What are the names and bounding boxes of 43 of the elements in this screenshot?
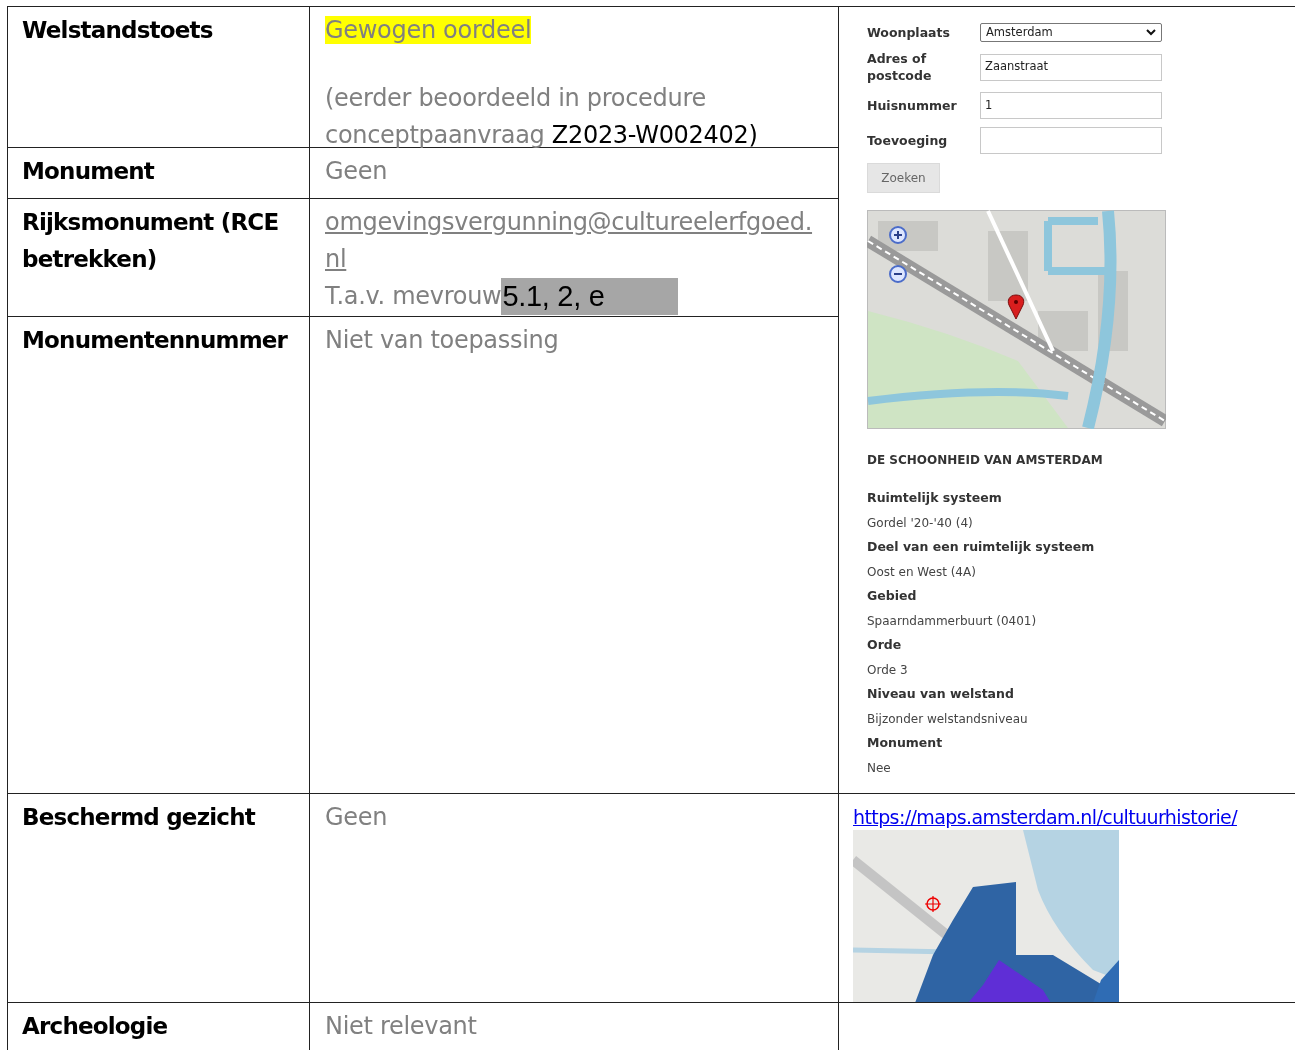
property-label: Ruimtelijk systeem: [867, 489, 1003, 507]
property-label: Gebied: [867, 587, 918, 605]
field-label: Adres of postcode: [867, 50, 933, 84]
property-value: Gordel '20-'40 (4): [867, 514, 974, 532]
property-label: Monument: [867, 734, 944, 752]
property-value: Spaarndammerbuurt (0401): [867, 612, 1038, 630]
city-dropdown[interactable]: Amsterdam: [980, 23, 1162, 42]
property-label: Niveau van welstand: [867, 685, 1015, 703]
field-label: Woonplaats: [867, 24, 951, 41]
row-label: Archeologie: [22, 1012, 169, 1041]
row-label: Welstandstoets: [22, 16, 214, 45]
map-pin-icon: [1007, 294, 1025, 320]
redaction-block: 5.1, 2, e: [501, 278, 679, 315]
row-label: Rijksmonument (RCE betrekken): [22, 208, 280, 274]
chevron-down-icon: [1146, 29, 1156, 36]
email-link[interactable]: omgevingsvergunning@cultureelerfgoed.nl: [325, 204, 818, 278]
zoom-in-button[interactable]: [889, 226, 907, 244]
property-label: Deel van een ruimtelijk systeem: [867, 538, 1096, 556]
zoom-out-button[interactable]: [889, 265, 907, 283]
property-value: Orde 3: [867, 661, 909, 679]
section-heading: DE SCHOONHEID VAN AMSTERDAM: [867, 452, 1104, 469]
url-link[interactable]: https://maps.amsterdam.nl/cultuurhistorie/: [853, 805, 1237, 830]
field-label: Huisnummer: [867, 97, 958, 114]
row-label: Monument: [22, 157, 156, 186]
value-text: Gewogen oordeel: [325, 15, 533, 46]
value-text: Niet van toepassing: [325, 325, 560, 356]
crosshair-icon: [924, 895, 942, 913]
input-field[interactable]: [980, 127, 1162, 154]
value-text: Niet relevant: [325, 1011, 478, 1042]
property-value: Oost en West (4A): [867, 563, 977, 581]
search-button[interactable]: Zoeken: [867, 163, 940, 193]
input-field[interactable]: Zaanstraat: [980, 53, 1162, 81]
input-field[interactable]: 1: [980, 92, 1162, 119]
value-text: Geen: [325, 156, 389, 187]
value-text: T.a.v. mevrouw: [325, 282, 502, 310]
row-label: Monumentennummer: [22, 326, 289, 355]
field-label: Toevoeging: [867, 132, 949, 149]
value-text: Geen: [325, 802, 389, 833]
property-value: Bijzonder welstandsniveau: [867, 710, 1029, 728]
property-value: Nee: [867, 759, 892, 777]
row-label: Beschermd gezicht: [22, 803, 257, 832]
value-text: (eerder beoordeeld in procedure conceptpaanvraag Z2023-W002402): [325, 83, 759, 151]
property-label: Orde: [867, 636, 903, 654]
